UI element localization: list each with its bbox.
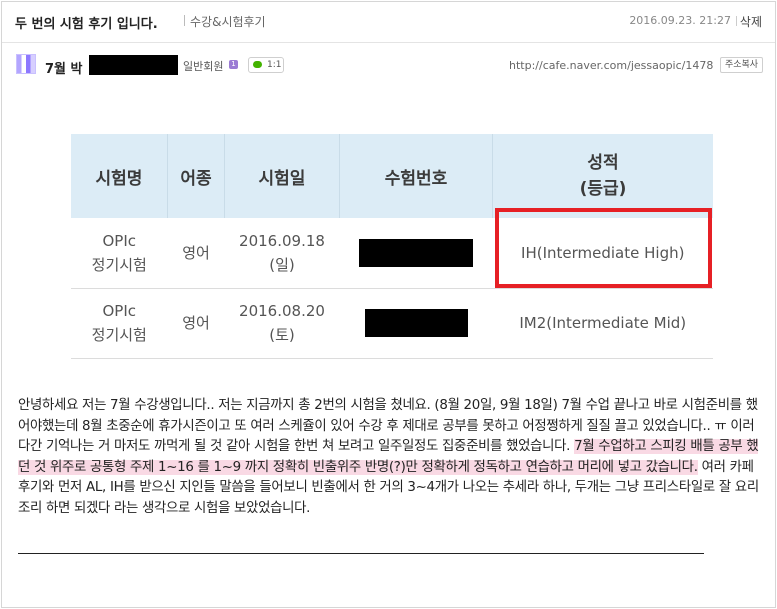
header-exam-date: 시험일 xyxy=(224,134,340,218)
cell-date: 2016.08.20 (토) xyxy=(224,288,340,359)
content-divider xyxy=(18,553,704,554)
author-name[interactable]: 7월 박 xyxy=(45,58,83,77)
member-grade: 일반회원 xyxy=(183,60,224,73)
grade-highlight-box xyxy=(495,208,712,288)
cell-language: 영어 xyxy=(167,218,225,289)
cell-exam: OPIc 정기시험 xyxy=(71,288,168,359)
redaction-bar xyxy=(359,238,473,267)
cell-exam: OPIc 정기시험 xyxy=(71,218,168,289)
header-grade: 성적 (등급) xyxy=(579,153,627,199)
delete-button[interactable]: 삭제 xyxy=(740,13,762,30)
author-row: 7월 박 일반회원 1 1:1 http://cafe.naver.com/je… xyxy=(2,50,775,80)
chat-badge-label: 1:1 xyxy=(267,60,282,70)
header-exam-number: 수험번호 xyxy=(339,134,493,218)
cell-date: 2016.09.18 (일) xyxy=(224,218,340,289)
post-title: 두 번의 시험 후기 입니다. xyxy=(15,17,158,32)
cell-grade: IM2(Intermediate Mid) xyxy=(492,288,713,359)
post-category-link[interactable]: 수강&시험후기 xyxy=(190,13,266,30)
cell-language: 영어 xyxy=(167,288,225,359)
cell-exam-number xyxy=(339,218,493,289)
post-body: 안녕하세요 저는 7월 수강생입니다.. 저는 지금까지 총 2번의 시험을 쳤… xyxy=(18,396,763,519)
date-separator xyxy=(736,16,737,26)
redaction-bar xyxy=(364,309,468,337)
level-badge: 1 xyxy=(229,60,238,69)
copy-url-button[interactable]: 주소복사 xyxy=(720,57,763,73)
table-row: OPIc 정기시험 영어 2016.08.20 (토) IM2(Intermed… xyxy=(71,288,713,359)
chat-bubble-icon xyxy=(253,61,262,68)
header-exam-name: 시험명 xyxy=(71,134,168,218)
header-language: 어종 xyxy=(167,134,225,218)
post-date: 2016.09.23. 21:27 xyxy=(629,14,731,27)
cell-exam-number xyxy=(339,288,493,359)
post-url[interactable]: http://cafe.naver.com/jessaopic/1478 xyxy=(509,59,713,72)
table-header-row: 시험명 어종 시험일 수험번호 성적 (등급) xyxy=(71,134,713,218)
post-header: 두 번의 시험 후기 입니다. 수강&시험후기 2016.09.23. 21:2… xyxy=(2,2,775,43)
title-separator xyxy=(184,15,185,26)
chat-badge[interactable]: 1:1 xyxy=(248,57,284,73)
avatar[interactable] xyxy=(16,54,36,74)
redaction-bar xyxy=(89,55,178,75)
